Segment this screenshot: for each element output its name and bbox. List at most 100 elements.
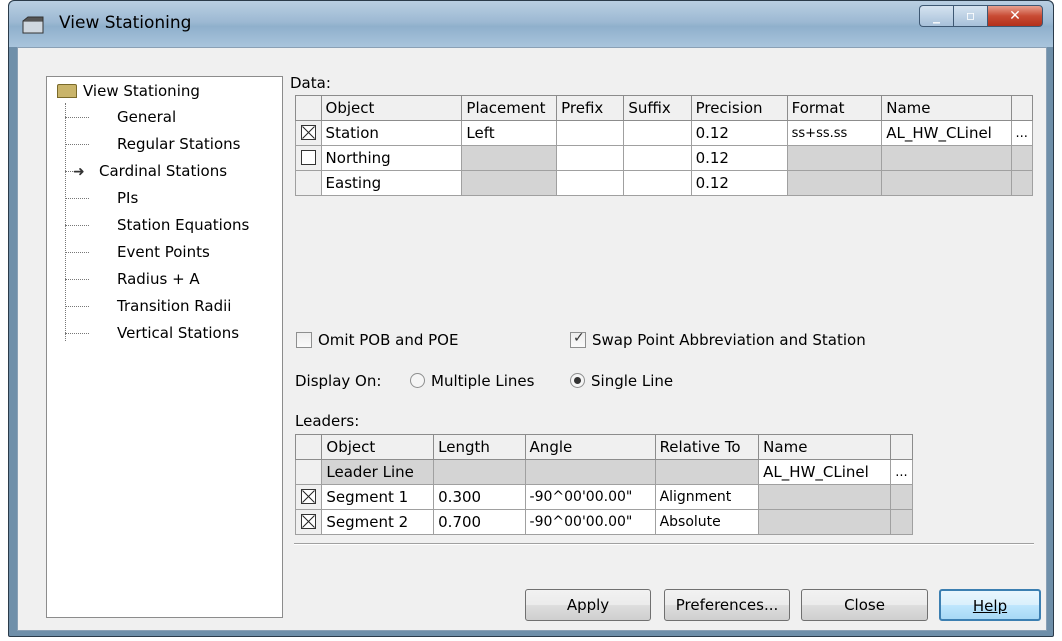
cell-name[interactable]: AL_HW_CLinel — [881, 120, 1012, 146]
col-placement[interactable]: Placement — [461, 95, 558, 121]
cell-precision[interactable]: 0.12 — [690, 170, 788, 196]
segment-2-checkbox[interactable] — [301, 514, 317, 529]
row-checkbox-cell[interactable] — [294, 509, 323, 535]
apply-button[interactable]: Apply — [525, 589, 651, 621]
preferences-button[interactable]: Preferences... — [664, 589, 790, 621]
cell-suffix[interactable] — [623, 145, 692, 171]
segment-1-checkbox[interactable] — [301, 489, 317, 504]
cell-object[interactable]: Leader Line — [321, 459, 435, 485]
tree-item-pis[interactable]: PIs — [65, 186, 138, 210]
leader-name-browse-button[interactable]: ... — [890, 459, 913, 485]
tree-item-vertical-stations[interactable]: Vertical Stations — [65, 321, 239, 345]
col-suffix[interactable]: Suffix — [623, 95, 692, 121]
cell-placement — [461, 145, 558, 171]
tree-item-label: PIs — [117, 189, 139, 207]
col-relative-to[interactable]: Relative To — [654, 434, 760, 460]
cell-object[interactable]: Station — [320, 120, 463, 146]
northing-checkbox[interactable] — [300, 150, 316, 165]
tree-item-cardinal-stations[interactable]: ➜ Cardinal Stations — [65, 159, 227, 183]
col-object[interactable]: Object — [321, 434, 435, 460]
window-title: View Stationing — [59, 13, 192, 33]
cell-suffix[interactable] — [623, 170, 692, 196]
checkbox-box[interactable] — [296, 332, 312, 348]
checkbox-box[interactable] — [570, 330, 586, 348]
cell-precision[interactable]: 0.12 — [690, 120, 788, 146]
leaders-label: Leaders: — [295, 412, 360, 430]
tree-item-general[interactable]: General — [65, 105, 176, 129]
cell-relative-to[interactable]: Absolute — [654, 509, 760, 535]
minimize-button[interactable]: _ — [919, 5, 953, 27]
radio-button[interactable] — [570, 373, 585, 388]
col-angle[interactable]: Angle — [524, 434, 656, 460]
cell-object[interactable]: Segment 2 — [321, 509, 435, 535]
col-prefix[interactable]: Prefix — [556, 95, 625, 121]
cell-length[interactable]: 0.700 — [433, 509, 526, 535]
radio-button[interactable] — [410, 373, 425, 388]
row-checkbox-cell[interactable] — [295, 145, 322, 171]
cell-object[interactable]: Segment 1 — [321, 484, 435, 510]
tree-item-transition-radii[interactable]: Transition Radii — [65, 294, 231, 318]
cell-suffix[interactable] — [623, 120, 692, 146]
cell-angle — [524, 459, 656, 485]
cell-angle[interactable]: -90^00'00.00" — [524, 484, 656, 510]
help-button[interactable]: Help — [939, 589, 1041, 621]
row-checkbox-cell — [295, 170, 322, 196]
cell-format[interactable]: ss+ss.ss — [786, 120, 883, 146]
tree-root-label: View Stationing — [83, 82, 200, 100]
swap-abbreviation-checkbox[interactable]: Swap Point Abbreviation and Station — [570, 330, 866, 349]
col-extra — [890, 434, 913, 460]
view-stationing-window: View Stationing _ ▫ ✕ View Stationing Ge… — [8, 0, 1054, 637]
col-object[interactable]: Object — [320, 95, 463, 121]
cell-extra — [1010, 145, 1034, 171]
col-name[interactable]: Name — [758, 434, 892, 460]
cell-precision[interactable]: 0.12 — [690, 145, 788, 171]
station-checkbox[interactable] — [300, 125, 316, 140]
single-line-radio[interactable]: Single Line — [570, 372, 673, 390]
cell-prefix[interactable] — [556, 145, 625, 171]
omit-pob-poe-checkbox[interactable]: Omit POB and POE — [296, 331, 458, 349]
tree-item-station-equations[interactable]: Station Equations — [65, 213, 249, 237]
cell-placement[interactable]: Left — [461, 120, 558, 146]
cell-prefix[interactable] — [556, 120, 625, 146]
cell-name[interactable]: AL_HW_CLinel — [758, 459, 892, 485]
tree-item-event-points[interactable]: Event Points — [65, 240, 210, 264]
cell-length[interactable]: 0.300 — [433, 484, 526, 510]
close-window-button[interactable]: ✕ — [987, 5, 1043, 27]
table-row: Segment 1 0.300 -90^00'00.00" Alignment — [294, 484, 913, 510]
cell-relative-to[interactable]: Alignment — [654, 484, 760, 510]
close-button[interactable]: Close — [801, 589, 928, 621]
maximize-button[interactable]: ▫ — [953, 5, 987, 27]
cell-angle[interactable]: -90^00'00.00" — [524, 509, 656, 535]
col-precision[interactable]: Precision — [690, 95, 788, 121]
divider — [294, 543, 1034, 545]
tree-item-regular-stations[interactable]: Regular Stations — [65, 132, 240, 156]
tree-item-radius-a[interactable]: Radius + A — [65, 267, 200, 291]
tree-root[interactable]: View Stationing — [57, 79, 200, 103]
navigation-tree[interactable]: View Stationing General Regular Stations… — [46, 76, 283, 618]
col-name[interactable]: Name — [881, 95, 1012, 121]
multiple-lines-radio[interactable]: Multiple Lines — [410, 372, 534, 390]
cell-placement — [461, 170, 558, 196]
tree-item-label: Cardinal Stations — [99, 162, 228, 180]
cell-object[interactable]: Easting — [320, 170, 463, 196]
tree-item-label: Event Points — [117, 243, 210, 261]
single-line-label: Single Line — [591, 372, 674, 390]
minimize-icon: _ — [933, 8, 940, 24]
name-browse-button[interactable]: ... — [1010, 120, 1034, 146]
row-checkbox-cell[interactable] — [294, 484, 323, 510]
help-label: Help — [972, 597, 1008, 615]
cell-object[interactable]: Northing — [320, 145, 463, 171]
tree-item-label: Radius + A — [117, 270, 200, 288]
data-table: Object Placement Prefix Suffix Precision… — [295, 95, 1034, 196]
col-format[interactable]: Format — [786, 95, 883, 121]
cell-length — [433, 459, 526, 485]
col-extra — [1010, 95, 1034, 121]
cell-prefix[interactable] — [556, 170, 625, 196]
tree-item-label: Vertical Stations — [117, 324, 240, 342]
cell-format — [786, 170, 883, 196]
col-length[interactable]: Length — [433, 434, 526, 460]
cell-extra — [890, 484, 913, 510]
title-bar[interactable]: View Stationing _ ▫ ✕ — [9, 1, 1053, 47]
cell-name — [758, 509, 892, 535]
row-checkbox-cell[interactable] — [295, 120, 322, 146]
